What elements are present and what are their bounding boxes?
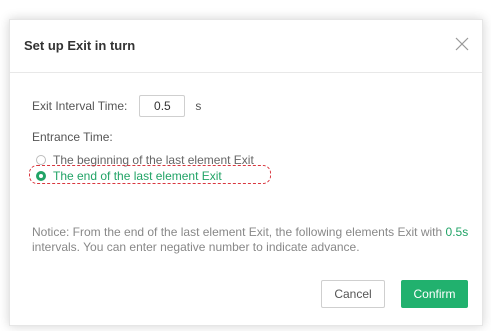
dialog-title: Set up Exit in turn [24, 38, 136, 53]
notice-prefix: Notice: From the end of the last element… [32, 225, 443, 239]
interval-unit: s [195, 99, 202, 113]
notice-interval-value: 0.5s [445, 225, 469, 239]
dialog-header: Set up Exit in turn [10, 20, 482, 73]
interval-label: Exit Interval Time: [32, 99, 128, 113]
interval-row: Exit Interval Time: s [32, 94, 201, 118]
exit-in-turn-dialog: Set up Exit in turn Exit Interval Time: … [9, 19, 483, 326]
interval-input[interactable] [139, 95, 186, 117]
radio-checked-icon[interactable] [36, 171, 46, 181]
radio-option-beginning[interactable]: The beginning of the last element Exit [36, 153, 254, 167]
notice-text: Notice: From the end of the last element… [32, 225, 472, 255]
radio-option-label: The end of the last element Exit [53, 169, 222, 183]
radio-option-label: The beginning of the last element Exit [53, 153, 254, 167]
radio-option-end[interactable]: The end of the last element Exit [36, 169, 222, 183]
notice-suffix: intervals. You can enter negative number… [32, 240, 360, 254]
radio-unchecked-icon[interactable] [36, 155, 46, 165]
cancel-button[interactable]: Cancel [321, 280, 385, 308]
entrance-time-label: Entrance Time: [32, 130, 113, 144]
confirm-button[interactable]: Confirm [401, 280, 468, 308]
close-icon[interactable] [454, 36, 470, 52]
